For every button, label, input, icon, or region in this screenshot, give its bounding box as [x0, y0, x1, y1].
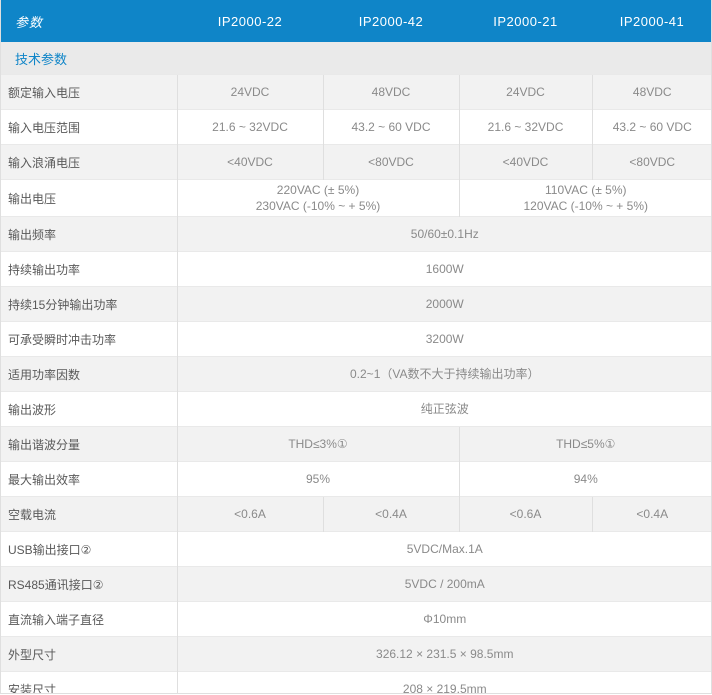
- spec-value-cell: 纯正弦波: [177, 392, 712, 427]
- spec-row: 空载电流<0.6A<0.4A<0.6A<0.4A: [0, 497, 712, 532]
- spec-value-cell: 0.2~1（VA数不大于持续输出功率）: [177, 357, 712, 392]
- spec-row: 输入电压范围21.6 ~ 32VDC43.2 ~ 60 VDC21.6 ~ 32…: [0, 110, 712, 145]
- spec-value-cell: 3200W: [177, 322, 712, 357]
- spec-row-label: 输出谐波分量: [0, 427, 177, 462]
- spec-value-cell: 326.12 × 231.5 × 98.5mm: [177, 637, 712, 672]
- spec-value-cell: <40VDC: [177, 145, 323, 180]
- spec-value-cell: <0.4A: [592, 497, 712, 532]
- spec-table-frame: 参数 IP2000-22 IP2000-42 IP2000-21 IP2000-…: [0, 0, 712, 694]
- spec-value-cell: THD≤5%①: [459, 427, 712, 462]
- spec-row: 持续15分钟输出功率2000W: [0, 287, 712, 322]
- spec-table-body: 额定输入电压24VDC48VDC24VDC48VDC输入电压范围21.6 ~ 3…: [0, 75, 712, 695]
- spec-row-label: 输出电压: [0, 180, 177, 217]
- spec-row-label: 直流输入端子直径: [0, 602, 177, 637]
- model-column-header-1: IP2000-22: [177, 0, 323, 42]
- spec-row-label: 安装尺寸: [0, 672, 177, 695]
- spec-row-label: 输出频率: [0, 217, 177, 252]
- spec-value-cell: 50/60±0.1Hz: [177, 217, 712, 252]
- spec-table: 参数 IP2000-22 IP2000-42 IP2000-21 IP2000-…: [0, 0, 712, 694]
- model-column-header-4: IP2000-41: [592, 0, 712, 42]
- spec-row: 外型尺寸326.12 × 231.5 × 98.5mm: [0, 637, 712, 672]
- spec-row-label: 适用功率因数: [0, 357, 177, 392]
- spec-value-cell: 2000W: [177, 287, 712, 322]
- spec-value-cell: 220VAC (± 5%) 230VAC (-10% ~ + 5%): [177, 180, 459, 217]
- model-header-row: 参数 IP2000-22 IP2000-42 IP2000-21 IP2000-…: [0, 0, 712, 42]
- spec-row-label: 持续输出功率: [0, 252, 177, 287]
- spec-row: 持续输出功率1600W: [0, 252, 712, 287]
- spec-row-label: 输入浪涌电压: [0, 145, 177, 180]
- param-column-header: 参数: [0, 0, 177, 42]
- spec-value-cell: 21.6 ~ 32VDC: [459, 110, 592, 145]
- spec-row-label: 额定输入电压: [0, 75, 177, 110]
- model-column-header-3: IP2000-21: [459, 0, 592, 42]
- spec-row-label: 可承受瞬时冲击功率: [0, 322, 177, 357]
- spec-row: RS485通讯接口②5VDC / 200mA: [0, 567, 712, 602]
- spec-row: 输入浪涌电压<40VDC<80VDC<40VDC<80VDC: [0, 145, 712, 180]
- spec-row: 可承受瞬时冲击功率3200W: [0, 322, 712, 357]
- spec-value-cell: Φ10mm: [177, 602, 712, 637]
- spec-value-cell: 48VDC: [592, 75, 712, 110]
- spec-value-cell: <40VDC: [459, 145, 592, 180]
- spec-value-cell: 21.6 ~ 32VDC: [177, 110, 323, 145]
- spec-value-cell: 5VDC / 200mA: [177, 567, 712, 602]
- spec-value-cell: 110VAC (± 5%) 120VAC (-10% ~ + 5%): [459, 180, 712, 217]
- spec-value-cell: 208 × 219.5mm: [177, 672, 712, 695]
- spec-row: USB输出接口②5VDC/Max.1A: [0, 532, 712, 567]
- spec-row: 直流输入端子直径Φ10mm: [0, 602, 712, 637]
- spec-value-cell: 48VDC: [323, 75, 459, 110]
- spec-row: 输出频率50/60±0.1Hz: [0, 217, 712, 252]
- spec-row-label: RS485通讯接口②: [0, 567, 177, 602]
- spec-row-label: 持续15分钟输出功率: [0, 287, 177, 322]
- spec-row-label: 最大输出效率: [0, 462, 177, 497]
- spec-value-cell: 43.2 ~ 60 VDC: [323, 110, 459, 145]
- spec-row-label: 输入电压范围: [0, 110, 177, 145]
- section-header-row: 技术参数: [0, 42, 712, 75]
- spec-row: 输出谐波分量THD≤3%①THD≤5%①: [0, 427, 712, 462]
- spec-row-label: USB输出接口②: [0, 532, 177, 567]
- spec-row: 适用功率因数0.2~1（VA数不大于持续输出功率）: [0, 357, 712, 392]
- spec-value-cell: 94%: [459, 462, 712, 497]
- spec-value-cell: <0.6A: [177, 497, 323, 532]
- spec-value-cell: THD≤3%①: [177, 427, 459, 462]
- spec-row-label: 空载电流: [0, 497, 177, 532]
- spec-row: 输出波形纯正弦波: [0, 392, 712, 427]
- spec-row-label: 输出波形: [0, 392, 177, 427]
- spec-value-cell: <0.6A: [459, 497, 592, 532]
- spec-value-cell: 1600W: [177, 252, 712, 287]
- spec-value-cell: <80VDC: [323, 145, 459, 180]
- spec-row-label: 外型尺寸: [0, 637, 177, 672]
- spec-value-cell: <0.4A: [323, 497, 459, 532]
- spec-row: 最大输出效率95%94%: [0, 462, 712, 497]
- spec-value-cell: 24VDC: [459, 75, 592, 110]
- section-title: 技术参数: [0, 42, 712, 75]
- spec-value-cell: 43.2 ~ 60 VDC: [592, 110, 712, 145]
- spec-row: 额定输入电压24VDC48VDC24VDC48VDC: [0, 75, 712, 110]
- spec-value-cell: 95%: [177, 462, 459, 497]
- spec-row: 安装尺寸208 × 219.5mm: [0, 672, 712, 695]
- spec-row: 输出电压220VAC (± 5%) 230VAC (-10% ~ + 5%)11…: [0, 180, 712, 217]
- model-column-header-2: IP2000-42: [323, 0, 459, 42]
- spec-value-cell: <80VDC: [592, 145, 712, 180]
- spec-value-cell: 5VDC/Max.1A: [177, 532, 712, 567]
- spec-value-cell: 24VDC: [177, 75, 323, 110]
